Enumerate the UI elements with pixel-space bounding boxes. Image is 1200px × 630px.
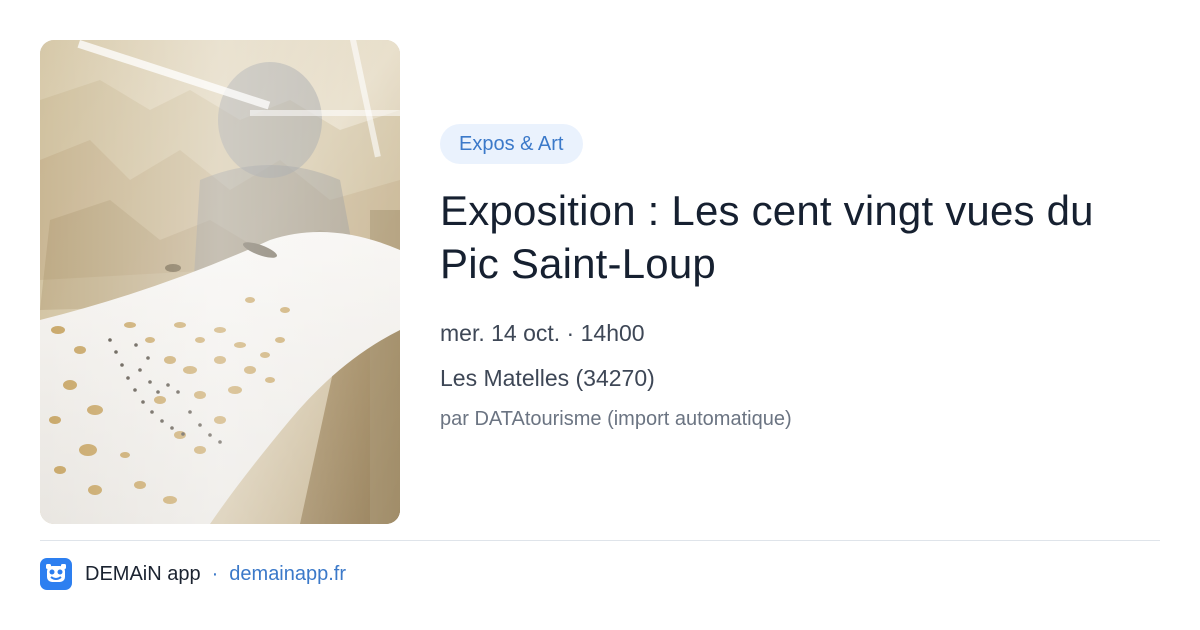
footer: DEMAiN app · demainapp.fr: [40, 558, 346, 590]
event-share-card: Expos & Art Exposition : Les cent vingt …: [0, 0, 1200, 630]
event-datetime: mer. 14 oct. · 14h00: [440, 320, 645, 346]
event-photo: [40, 40, 400, 524]
event-title[interactable]: Exposition : Les cent vingt vues du Pic …: [440, 184, 1160, 290]
event-info: Expos & Art Exposition : Les cent vingt …: [440, 124, 1160, 433]
footer-divider: [40, 540, 1160, 541]
event-location: Les Matelles (34270): [440, 365, 655, 391]
event-source: par DATAtourisme (import automatique): [440, 408, 792, 430]
museum-display-photo: [40, 40, 400, 524]
demain-app-logo-icon[interactable]: [40, 558, 72, 590]
app-name[interactable]: DEMAiN app: [85, 563, 201, 586]
footer-separator: ·: [211, 562, 219, 585]
site-link[interactable]: demainapp.fr: [229, 563, 346, 586]
category-badge[interactable]: Expos & Art: [440, 124, 583, 164]
